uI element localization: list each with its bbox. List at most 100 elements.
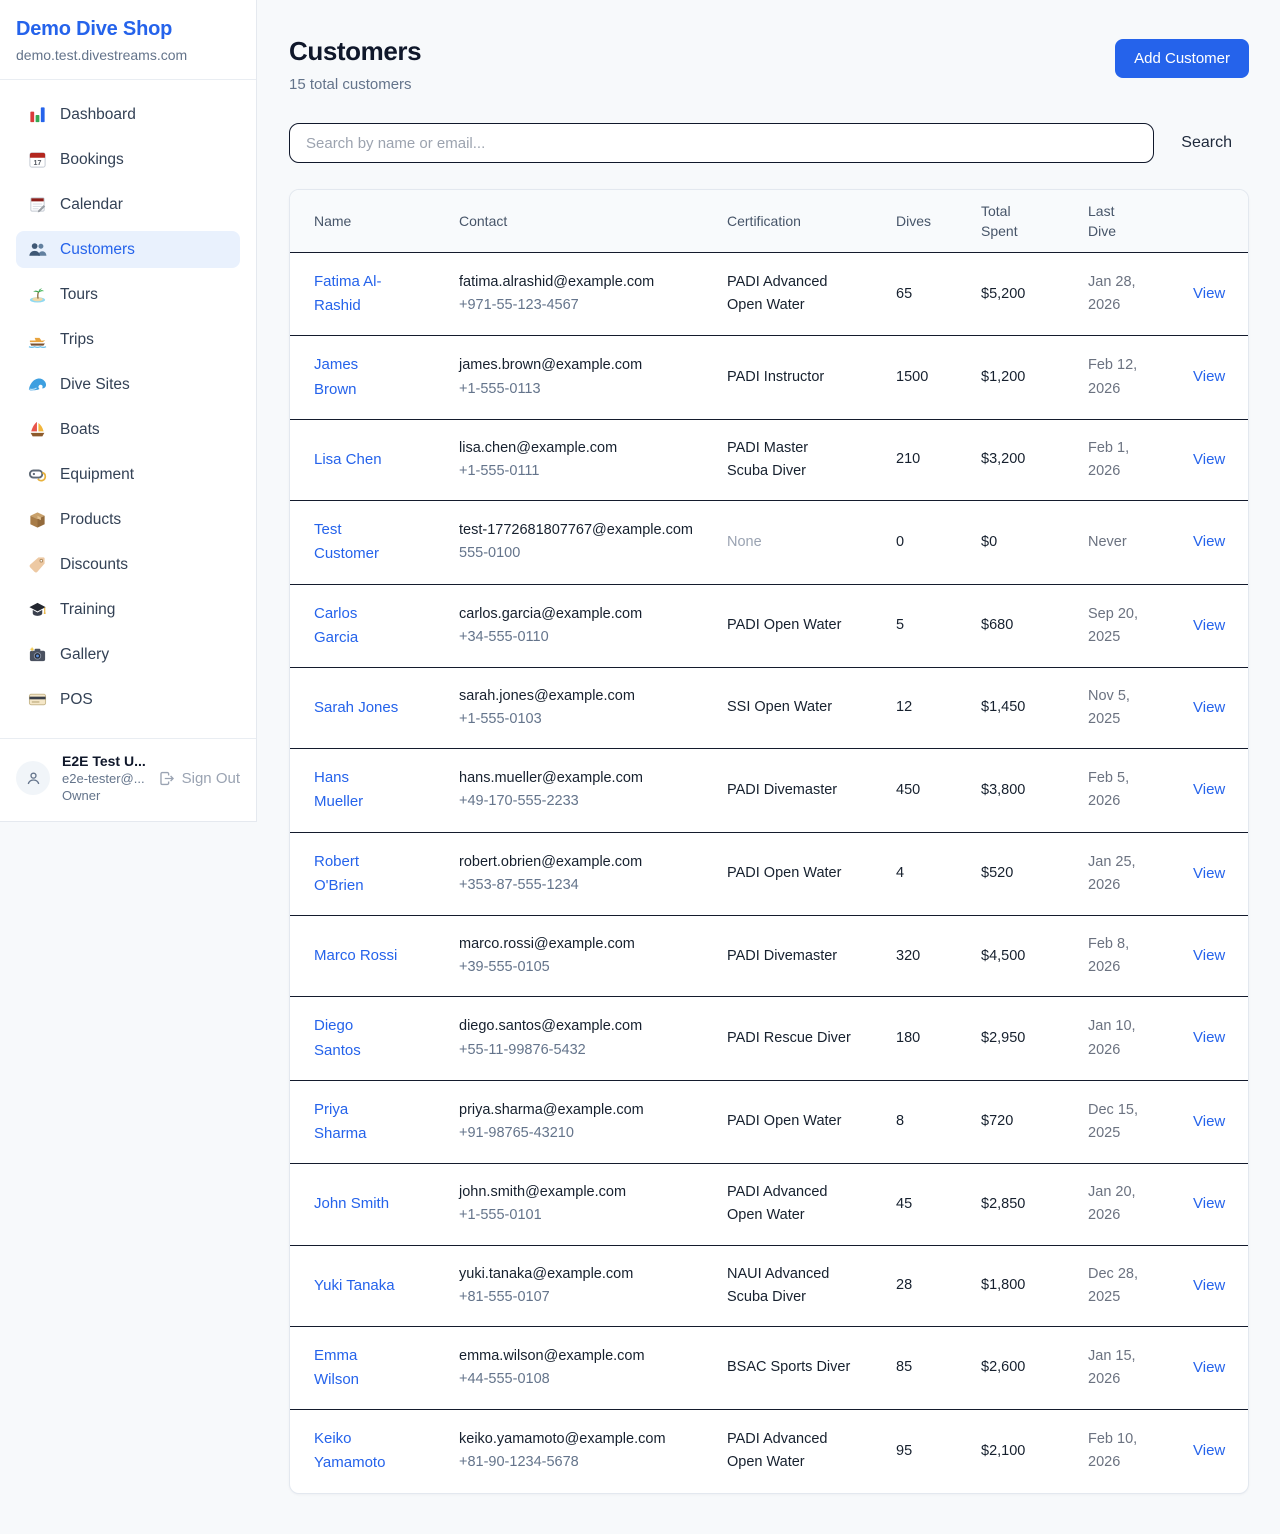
customer-name-cell: Diego Santos <box>314 997 459 1079</box>
sidebar-item-trips[interactable]: Trips <box>16 321 240 358</box>
customer-name-link[interactable]: Test Customer <box>314 521 379 562</box>
customer-email: sarah.jones@example.com <box>459 685 697 708</box>
sidebar-item-label: Equipment <box>60 466 134 484</box>
view-customer-link[interactable]: View <box>1193 451 1225 468</box>
sidebar-item-label: Gallery <box>60 646 109 664</box>
customer-name-link[interactable]: Priya Sharma <box>314 1101 367 1142</box>
sidebar-item-boats[interactable]: Boats <box>16 411 240 448</box>
view-customer-link[interactable]: View <box>1193 368 1225 385</box>
sidebar-item-gallery[interactable]: Gallery <box>16 636 240 673</box>
sidebar-item-customers[interactable]: Customers <box>16 231 240 268</box>
sidebar-item-products[interactable]: Products <box>16 501 240 538</box>
person-icon <box>24 769 43 788</box>
table-row: Hans Mueller hans.mueller@example.com+49-… <box>290 749 1248 832</box>
view-customer-link[interactable]: View <box>1193 699 1225 716</box>
sign-out-button[interactable]: Sign Out <box>158 770 240 787</box>
add-customer-button[interactable]: Add Customer <box>1115 39 1249 78</box>
view-customer-link[interactable]: View <box>1193 1359 1225 1376</box>
table-row: Yuki Tanaka yuki.tanaka@example.com+81-55… <box>290 1246 1248 1327</box>
customer-certification-cell: PADI Advanced Open Water <box>727 1164 896 1244</box>
customer-certification: PADI Advanced Open Water <box>727 1428 851 1474</box>
customer-email: test-1772681807767@example.com <box>459 519 697 542</box>
customer-name-link[interactable]: John Smith <box>314 1195 389 1212</box>
view-customer-link[interactable]: View <box>1193 947 1225 964</box>
sidebar-item-label: Calendar <box>60 196 123 214</box>
customer-dives: 12 <box>896 679 981 736</box>
pos-icon <box>28 690 47 709</box>
view-customer-link[interactable]: View <box>1193 1113 1225 1130</box>
page-heading-group: Customers 15 total customers <box>289 36 421 93</box>
customer-last-dive: Jan 28, 2026 <box>1088 254 1193 334</box>
view-customer-link[interactable]: View <box>1193 1442 1225 1459</box>
customer-name-link[interactable]: Yuki Tanaka <box>314 1277 395 1294</box>
customer-certification-cell: PADI Master Scuba Diver <box>727 420 896 500</box>
customer-email: diego.santos@example.com <box>459 1015 697 1038</box>
view-customer-link[interactable]: View <box>1193 781 1225 798</box>
sidebar-item-calendar[interactable]: Calendar <box>16 186 240 223</box>
sidebar-item-label: POS <box>60 691 93 709</box>
customer-contact-cell: keiko.yamamoto@example.com+81-90-1234-56… <box>459 1411 727 1491</box>
view-customer-link[interactable]: View <box>1193 1277 1225 1294</box>
view-customer-link[interactable]: View <box>1193 617 1225 634</box>
customer-phone: +39-555-0105 <box>459 956 697 979</box>
customer-view-cell: View <box>1193 845 1232 903</box>
training-icon <box>28 600 47 619</box>
customer-total-spent: $1,800 <box>981 1257 1088 1314</box>
customer-last-dive: Feb 8, 2026 <box>1088 916 1193 996</box>
customer-name-link[interactable]: Carlos Garcia <box>314 605 358 646</box>
customer-email: yuki.tanaka@example.com <box>459 1263 697 1286</box>
app-root: Demo Dive Shop demo.test.divestreams.com… <box>0 0 1280 1534</box>
search-button[interactable]: Search <box>1181 134 1232 152</box>
sidebar-item-equipment[interactable]: Equipment <box>16 456 240 493</box>
customer-contact-cell: hans.mueller@example.com+49-170-555-2233 <box>459 750 727 830</box>
customer-name-link[interactable]: Lisa Chen <box>314 451 382 468</box>
customer-certification-cell: PADI Open Water <box>727 1093 896 1150</box>
customer-name-link[interactable]: Robert O'Brien <box>314 853 364 894</box>
customer-name-link[interactable]: Diego Santos <box>314 1017 361 1058</box>
customer-contact-cell: priya.sharma@example.com+91-98765-43210 <box>459 1082 727 1162</box>
customer-name-link[interactable]: Marco Rossi <box>314 947 397 964</box>
sidebar-item-training[interactable]: Training <box>16 591 240 628</box>
customer-total-spent: $1,200 <box>981 349 1088 406</box>
view-customer-link[interactable]: View <box>1193 533 1225 550</box>
table-row: Marco Rossimarco.rossi@example.com+39-55… <box>290 916 1248 997</box>
customer-name-link[interactable]: Sarah Jones <box>314 699 398 716</box>
customer-name-link[interactable]: Keiko Yamamoto <box>314 1430 385 1471</box>
column-header-total-spent: Total Spent <box>981 190 1088 252</box>
customer-dives: 5 <box>896 597 981 654</box>
sidebar-item-discounts[interactable]: Discounts <box>16 546 240 583</box>
customer-name-link[interactable]: Emma Wilson <box>314 1347 359 1388</box>
customer-phone: +81-90-1234-5678 <box>459 1451 697 1474</box>
customer-name-cell: James Brown <box>314 336 459 418</box>
customer-name-link[interactable]: Hans Mueller <box>314 769 363 810</box>
customer-view-cell: View <box>1193 597 1232 655</box>
sidebar-item-dashboard[interactable]: Dashboard <box>16 96 240 133</box>
main-content: Customers 15 total customers Add Custome… <box>257 0 1280 1534</box>
view-customer-link[interactable]: View <box>1193 285 1225 302</box>
customer-view-cell: View <box>1193 927 1232 985</box>
customer-phone: +81-555-0107 <box>459 1286 697 1309</box>
customer-phone: +55-11-99876-5432 <box>459 1039 697 1062</box>
column-header-name: Name <box>314 190 459 252</box>
sidebar-item-label: Training <box>60 601 115 619</box>
sidebar-item-dive-sites[interactable]: Dive Sites <box>16 366 240 403</box>
customer-name-link[interactable]: James Brown <box>314 356 358 397</box>
customer-contact-cell: sarah.jones@example.com+1-555-0103 <box>459 668 727 748</box>
customer-dives: 65 <box>896 266 981 323</box>
customer-total-spent: $0 <box>981 514 1088 571</box>
sidebar-item-tours[interactable]: Tours <box>16 276 240 313</box>
customer-view-cell: View <box>1193 679 1232 737</box>
customer-certification-cell: SSI Open Water <box>727 679 896 736</box>
search-input[interactable] <box>289 123 1154 163</box>
sidebar-item-bookings[interactable]: 17Bookings <box>16 141 240 178</box>
customer-name-link[interactable]: Fatima Al-Rashid <box>314 273 382 314</box>
column-header-actions <box>1193 190 1232 252</box>
view-customer-link[interactable]: View <box>1193 865 1225 882</box>
customer-certification: SSI Open Water <box>727 696 851 719</box>
customer-phone: +353-87-555-1234 <box>459 874 697 897</box>
view-customer-link[interactable]: View <box>1193 1029 1225 1046</box>
sidebar-item-pos[interactable]: POS <box>16 681 240 718</box>
customer-certification-cell: PADI Advanced Open Water <box>727 1411 896 1491</box>
sidebar-item-label: Customers <box>60 241 135 259</box>
view-customer-link[interactable]: View <box>1193 1195 1225 1212</box>
